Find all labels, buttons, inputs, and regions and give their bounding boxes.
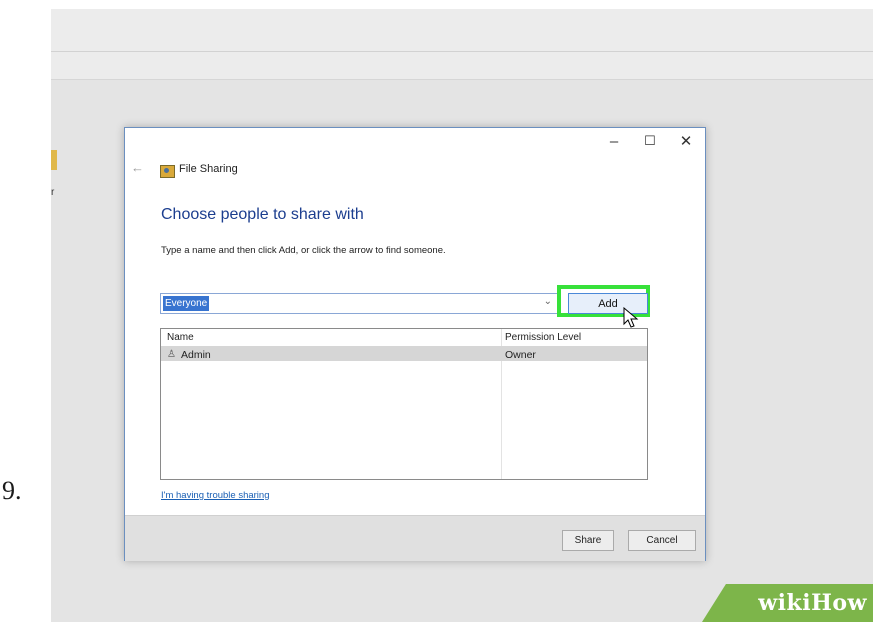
dialog-heading: Choose people to share with xyxy=(161,206,364,223)
share-list: Name Permission Level ♙ Admin Owner xyxy=(160,328,648,480)
background-glyph: r xyxy=(51,187,55,198)
share-button[interactable]: Share xyxy=(562,530,614,551)
column-header-permission[interactable]: Permission Level xyxy=(505,332,581,343)
file-sharing-dialog: – ☐ ✕ ← File Sharing Choose people to sh… xyxy=(124,127,706,561)
file-sharing-icon xyxy=(160,165,175,178)
list-item[interactable]: ♙ Admin Owner xyxy=(161,346,647,361)
dialog-title: File Sharing xyxy=(179,163,238,175)
user-icon: ♙ xyxy=(167,349,176,360)
wikihow-watermark: wikiHow xyxy=(702,584,873,622)
back-arrow-icon[interactable]: ← xyxy=(131,160,144,175)
user-name: Admin xyxy=(181,349,211,361)
folder-icon xyxy=(51,150,57,170)
name-combobox[interactable]: Everyone ⌄ xyxy=(160,293,559,314)
minimize-icon[interactable]: – xyxy=(597,130,631,152)
dialog-footer: Share Cancel xyxy=(125,515,705,561)
permission-level[interactable]: Owner xyxy=(505,349,536,361)
close-icon[interactable]: ✕ xyxy=(669,130,703,152)
mouse-cursor-icon xyxy=(623,307,639,328)
trouble-sharing-link[interactable]: I'm having trouble sharing xyxy=(161,490,270,501)
step-number: 9. xyxy=(2,476,22,505)
chevron-down-icon[interactable]: ⌄ xyxy=(544,296,552,307)
list-header: Name Permission Level xyxy=(161,329,647,346)
explorer-background xyxy=(51,9,873,80)
name-input-value: Everyone xyxy=(163,296,210,311)
dialog-instructions: Type a name and then click Add, or click… xyxy=(161,245,446,256)
cancel-button[interactable]: Cancel xyxy=(628,530,696,551)
background-divider xyxy=(51,51,873,52)
column-header-name[interactable]: Name xyxy=(167,332,194,343)
maximize-icon[interactable]: ☐ xyxy=(633,130,667,152)
watermark-text: wikiHow xyxy=(758,590,867,616)
